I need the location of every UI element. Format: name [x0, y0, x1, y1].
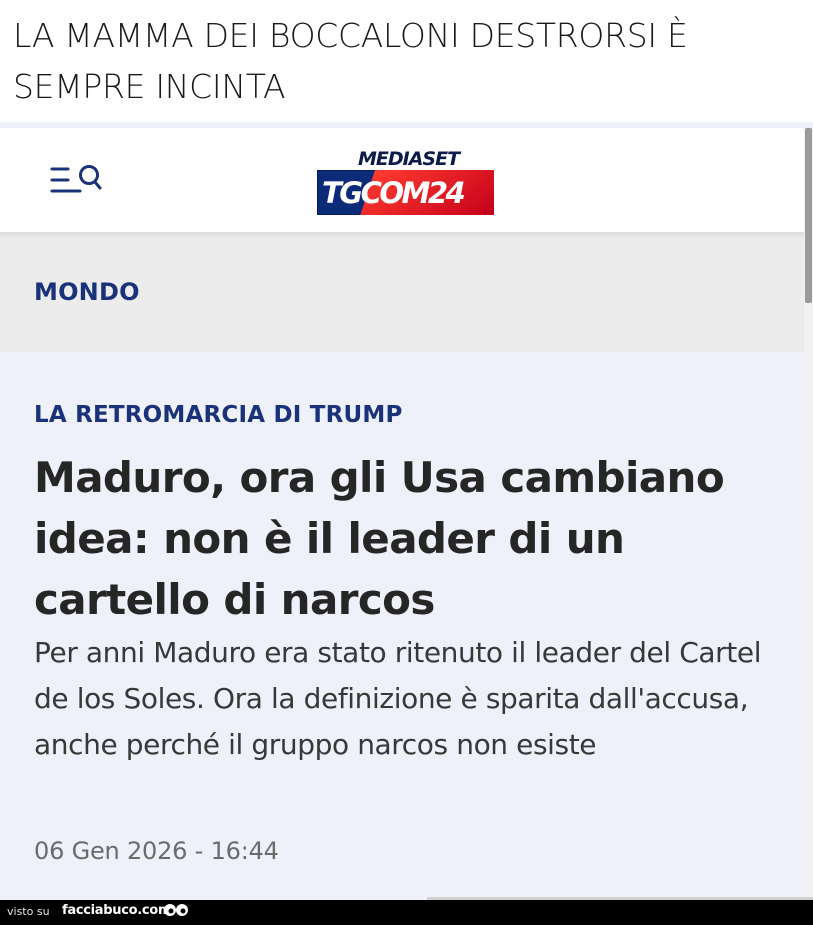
meme-caption: LA MAMMA DEI BOCCALONI DESTRORSI È SEMPR…	[0, 0, 813, 122]
footer-prefix: visto su	[7, 905, 50, 918]
article-kicker: LA RETROMARCIA DI TRUMP	[34, 402, 403, 428]
logo-tgcom24-text: TGCOM24	[322, 176, 466, 210]
eyes-icon	[164, 904, 188, 916]
app-header: MEDIASET TGCOM24	[0, 128, 808, 232]
caption-text: LA MAMMA DEI BOCCALONI DESTRORSI È SEMPR…	[13, 16, 688, 106]
scrollbar[interactable]	[804, 128, 813, 900]
footer-brand: facciabuco.com	[62, 903, 172, 918]
tgcom24-logo[interactable]: MEDIASET TGCOM24	[316, 148, 496, 218]
section-label[interactable]: MONDO	[34, 278, 140, 306]
news-app-screenshot: MEDIASET TGCOM24 MONDO LA RETROMARCIA DI…	[0, 122, 813, 900]
logo-box: TGCOM24	[317, 170, 494, 215]
article-summary: Per anni Maduro era stato ritenuto il le…	[34, 636, 762, 761]
section-band: MONDO	[0, 240, 808, 352]
article-card[interactable]: LA RETROMARCIA DI TRUMP Maduro, ora gli …	[0, 352, 808, 900]
article-headline[interactable]: Maduro, ora gli Usa cambiano idea: non è…	[34, 447, 774, 630]
scrollbar-thumb[interactable]	[805, 128, 812, 303]
logo-mediaset-text: MEDIASET	[358, 148, 460, 170]
menu-search-icon-glyph	[50, 165, 102, 193]
article-timestamp: 06 Gen 2026 - 16:44	[34, 837, 279, 865]
header-shadow	[0, 232, 808, 240]
watermark-footer: visto su facciabuco.com	[0, 900, 813, 925]
menu-search-icon[interactable]	[50, 163, 106, 199]
